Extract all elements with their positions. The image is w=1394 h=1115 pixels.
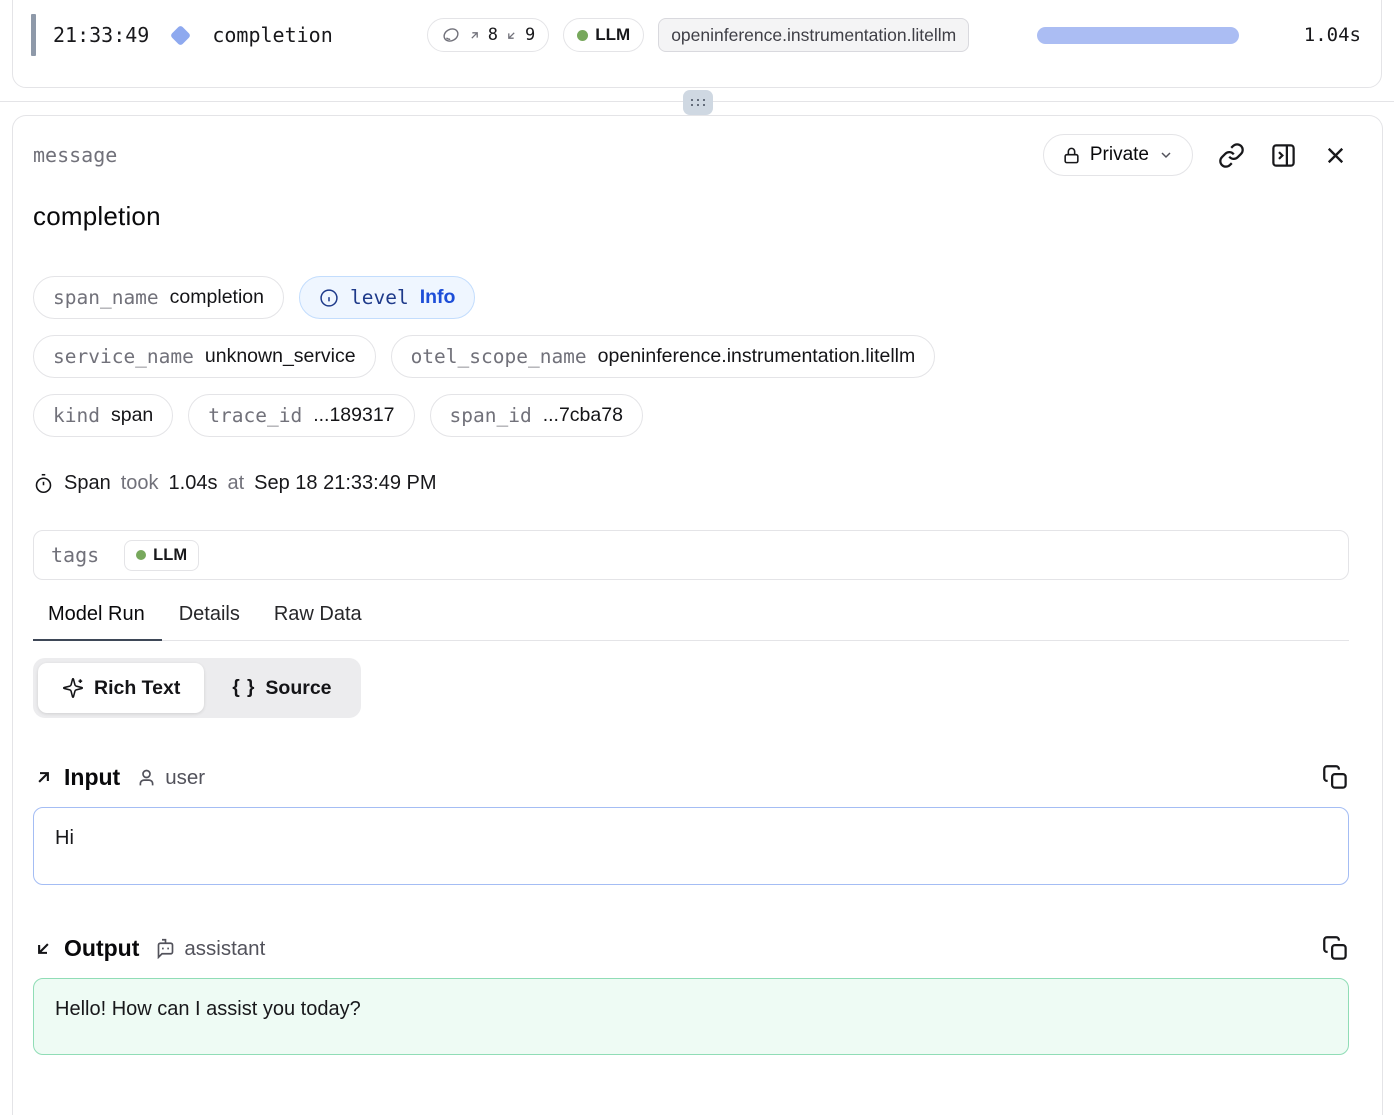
llm-tag-badge: LLM xyxy=(563,18,644,52)
tab-details[interactable]: Details xyxy=(162,603,257,640)
lock-icon xyxy=(1062,146,1081,165)
copy-icon xyxy=(1322,935,1349,962)
source-toggle-button[interactable]: { } Source xyxy=(208,663,355,713)
arrow-down-left-icon xyxy=(505,29,518,42)
span-type-diamond-icon xyxy=(170,24,191,45)
span-name: completion xyxy=(212,23,332,47)
otel-scope-badge: openinference.instrumentation.litellm xyxy=(658,18,969,52)
input-tokens: 8 xyxy=(488,25,498,45)
tags-label: tags xyxy=(51,543,99,567)
attr-trace-id-pill: trace_id ...189317 xyxy=(188,394,414,437)
input-role: user xyxy=(136,766,205,790)
attr-service-name-pill: service_name unknown_service xyxy=(33,335,376,378)
copy-link-button[interactable] xyxy=(1218,142,1245,169)
timing-datetime: Sep 18 21:33:49 PM xyxy=(254,472,436,495)
sparkles-icon xyxy=(62,677,84,699)
input-content-box: Hi xyxy=(33,807,1349,885)
trace-span-row[interactable]: 21:33:49 completion 8 9 xyxy=(53,15,1361,55)
tab-raw-data[interactable]: Raw Data xyxy=(257,603,379,640)
trace-row-card: 21:33:49 completion 8 9 xyxy=(12,0,1382,88)
green-dot-icon xyxy=(577,30,588,41)
output-section: Output assistant xyxy=(33,935,1349,1055)
arrow-down-left-icon xyxy=(33,938,54,959)
privacy-label: Private xyxy=(1090,144,1149,166)
panel-header-controls: Private xyxy=(1043,134,1349,176)
span-timestamp: 21:33:49 xyxy=(53,23,149,47)
observation-type-label: message xyxy=(33,143,117,167)
timing-duration: 1.04s xyxy=(169,472,218,495)
close-panel-button[interactable] xyxy=(1322,142,1349,169)
span-timing-line: Span took 1.04s at Sep 18 21:33:49 PM xyxy=(33,472,1349,495)
arrow-up-right-icon xyxy=(468,29,481,42)
arrow-up-right-icon xyxy=(33,767,54,788)
copy-input-button[interactable] xyxy=(1322,764,1349,791)
green-dot-icon xyxy=(136,550,146,560)
timer-icon xyxy=(33,473,54,494)
panel-header: message Private xyxy=(33,134,1349,176)
output-role: assistant xyxy=(155,937,265,961)
llm-tag-label: LLM xyxy=(595,25,630,45)
level-info-pill: level Info xyxy=(299,276,475,319)
bot-icon xyxy=(155,938,176,959)
info-icon xyxy=(319,288,339,308)
latency-bar xyxy=(1037,27,1239,44)
grip-dots-icon xyxy=(690,98,706,107)
tab-model-run[interactable]: Model Run xyxy=(33,603,162,640)
braces-icon: { } xyxy=(232,677,255,699)
output-content-box: Hello! How can I assist you today? xyxy=(33,978,1349,1055)
copy-icon xyxy=(1322,764,1349,791)
token-usage-badge: 8 9 xyxy=(427,18,550,52)
selection-indicator-bar xyxy=(31,14,36,56)
input-label: Input xyxy=(64,764,120,791)
close-icon xyxy=(1322,142,1349,169)
page-title: completion xyxy=(33,201,1349,232)
detail-tabs: Model Run Details Raw Data xyxy=(33,603,1349,641)
span-duration: 1.04s xyxy=(1285,24,1361,46)
user-icon xyxy=(136,767,157,788)
input-header: Input user xyxy=(33,764,1349,791)
drag-handle[interactable] xyxy=(683,90,713,115)
output-tokens: 9 xyxy=(525,25,535,45)
attr-span-id-pill: span_id ...7cba78 xyxy=(430,394,643,437)
attr-span-name-pill: span_name completion xyxy=(33,276,284,319)
tags-box[interactable]: tags LLM xyxy=(33,530,1349,580)
panel-right-icon xyxy=(1270,142,1297,169)
coin-icon xyxy=(441,25,461,45)
chevron-down-icon xyxy=(1158,147,1174,163)
expand-side-panel-button[interactable] xyxy=(1270,142,1297,169)
copy-output-button[interactable] xyxy=(1322,935,1349,962)
link-icon xyxy=(1218,142,1245,169)
trace-badges: 8 9 LLM openinference.instrumentation.li… xyxy=(427,18,969,52)
attr-kind-pill: kind span xyxy=(33,394,173,437)
attr-otel-scope-pill: otel_scope_name openinference.instrument… xyxy=(391,335,936,378)
span-detail-panel: message Private xyxy=(12,115,1383,1115)
tag-llm-pill: LLM xyxy=(124,540,199,571)
input-section: Input user Hi xyxy=(33,764,1349,885)
privacy-dropdown-button[interactable]: Private xyxy=(1043,134,1193,176)
rich-text-toggle-button[interactable]: Rich Text xyxy=(38,663,204,713)
view-mode-toggle: Rich Text { } Source xyxy=(33,658,361,718)
output-header: Output assistant xyxy=(33,935,1349,962)
output-label: Output xyxy=(64,935,139,962)
attribute-badges: span_name completion level Info service_… xyxy=(33,276,1349,437)
